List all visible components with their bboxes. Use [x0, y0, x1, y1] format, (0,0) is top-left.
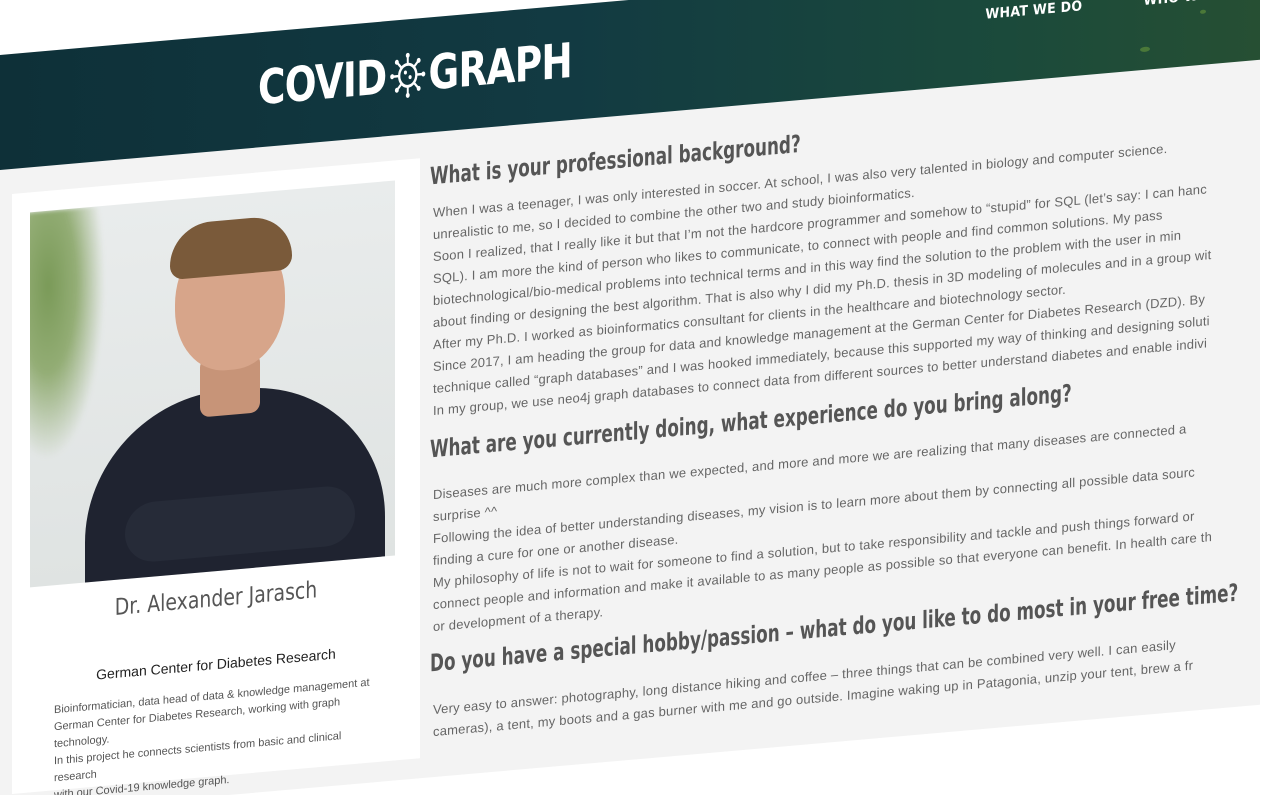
profile-card: Dr. Alexander Jarasch German Center for …	[12, 158, 420, 795]
site-logo[interactable]: COVID GRAPH	[258, 33, 572, 116]
background-plant	[30, 205, 105, 465]
decorative-speck	[1200, 9, 1206, 15]
logo-text-left: COVID	[258, 49, 387, 117]
screenshot-stage: COVID GRAPH WHAT WE DO Dr. Alexander Jar…	[0, 0, 1280, 795]
logo-text-right: GRAPH	[428, 32, 572, 102]
profile-photo	[30, 180, 395, 588]
paragraph-line: surprise ^^	[433, 503, 498, 525]
profile-bio: Bioinformatician, data head of data & kn…	[54, 673, 384, 795]
person-hair	[170, 214, 292, 281]
web-page: COVID GRAPH WHAT WE DO Dr. Alexander Jar…	[0, 0, 1260, 795]
nav-who-we-are[interactable]: WHO WE ARE	[1143, 0, 1240, 9]
decorative-speck	[1140, 46, 1150, 53]
virus-icon	[389, 52, 425, 98]
nav-what-we-do[interactable]: WHAT WE DO	[985, 0, 1082, 23]
